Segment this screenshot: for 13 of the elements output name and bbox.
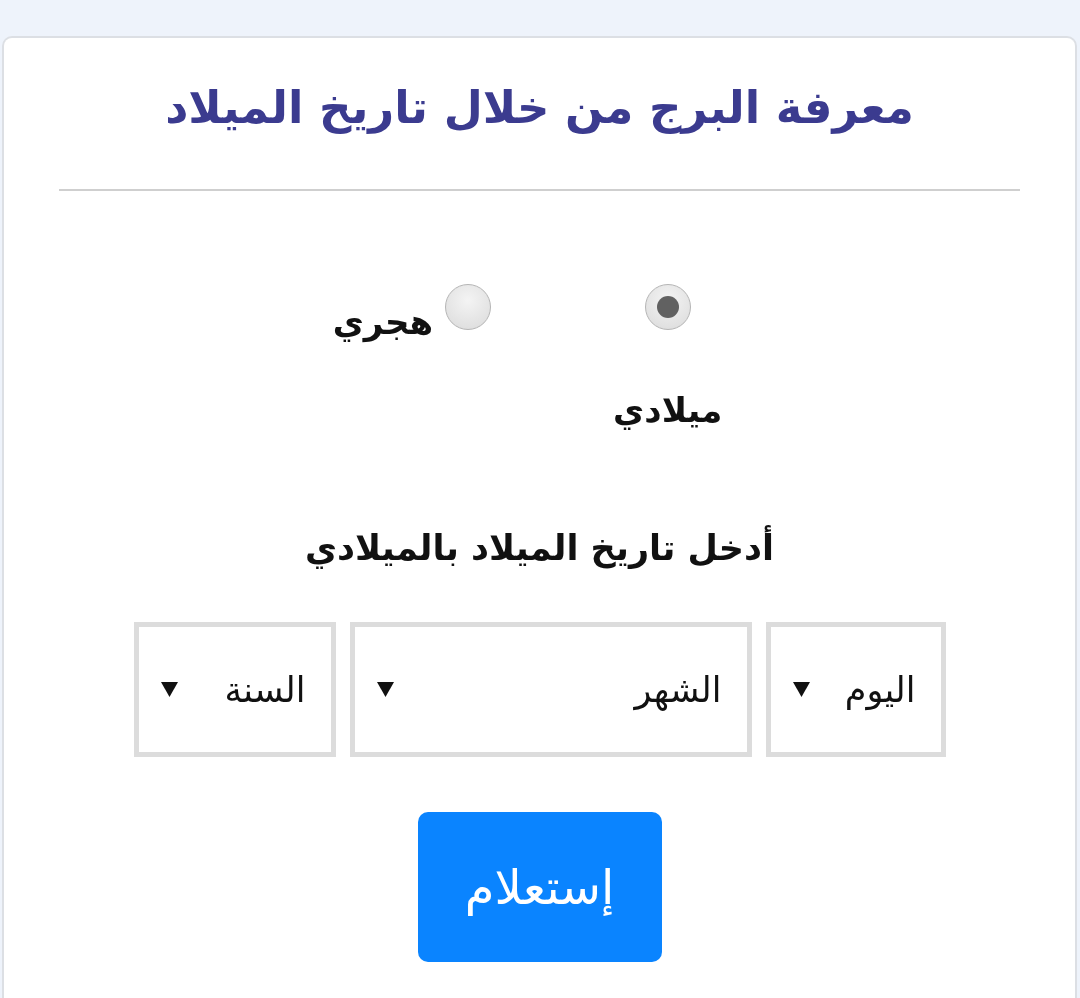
submit-button[interactable]: إستعلام bbox=[417, 812, 662, 962]
caret-icon bbox=[792, 682, 810, 697]
page-title: معرفة البرج من خلال تاريخ الميلاد bbox=[164, 80, 915, 136]
date-dropdown[interactable]: الشهر bbox=[349, 622, 752, 757]
radio-label[interactable]: ميلادي bbox=[613, 385, 723, 435]
caret-icon bbox=[160, 682, 178, 697]
radio-label[interactable]: هجري bbox=[332, 297, 433, 347]
radio-button[interactable] bbox=[445, 284, 491, 330]
radio-button[interactable] bbox=[644, 284, 691, 330]
date-dropdown[interactable]: السنة bbox=[133, 622, 336, 757]
date-dropdown[interactable]: اليوم bbox=[765, 622, 946, 757]
caret-icon bbox=[376, 682, 394, 697]
date-prompt: أدخل تاريخ الميلاد بالميلادي bbox=[59, 523, 1020, 573]
